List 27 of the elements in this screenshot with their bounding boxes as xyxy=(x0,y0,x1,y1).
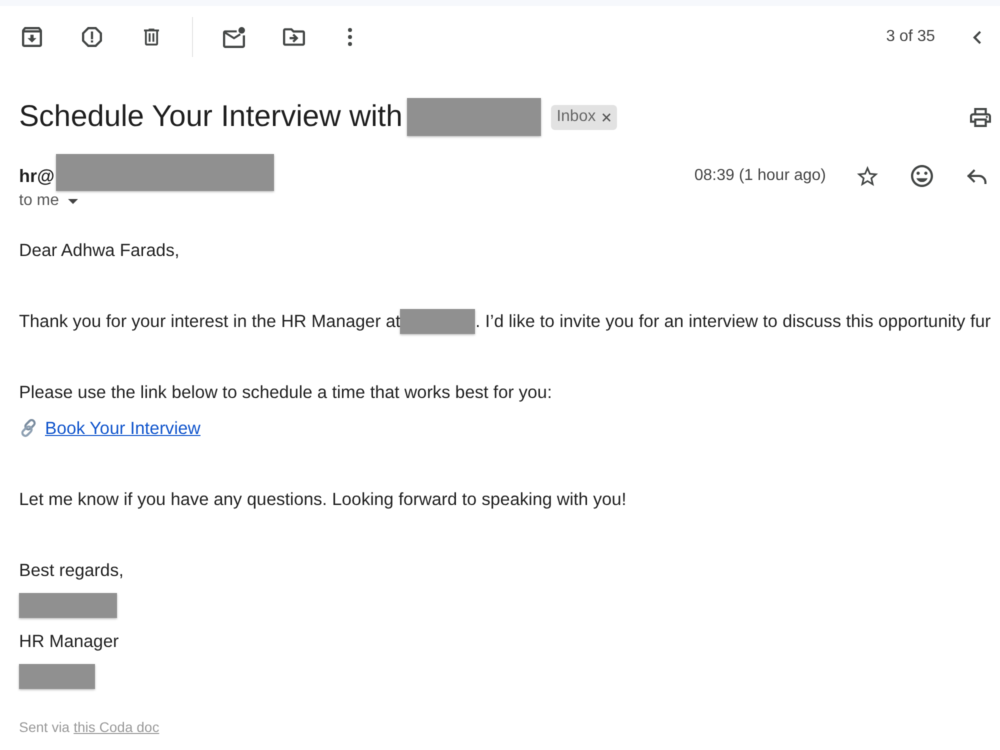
print-icon[interactable] xyxy=(970,108,991,126)
more-vertical-icon[interactable] xyxy=(348,28,352,46)
reply-icon[interactable] xyxy=(967,168,987,184)
sender-email: hr@ xyxy=(19,165,55,188)
label-text: Inbox xyxy=(556,108,596,126)
folder-arrow-icon[interactable] xyxy=(283,28,305,46)
close-icon[interactable] xyxy=(602,112,611,122)
interview-link[interactable]: Book Your Interview xyxy=(45,418,201,439)
body-text: Please use the link below to schedule a time that works best for you: xyxy=(19,382,552,404)
footer-text: Sent via xyxy=(19,718,70,734)
body-text: Best regards, xyxy=(19,560,124,581)
trash-icon[interactable] xyxy=(144,28,159,46)
timestamp: 08:39 (1 hour ago) xyxy=(694,167,826,185)
recipient-text: to me xyxy=(19,192,60,210)
body-text: HR Manager xyxy=(19,630,119,652)
body-text: . I’d like to invite you for an interview to discuss this opportunity fur xyxy=(475,311,991,332)
chevron-left-icon[interactable] xyxy=(973,30,981,44)
exclamation-octagon-icon[interactable] xyxy=(82,27,102,47)
body-text: Thank you for your interest in the HR Manager at xyxy=(19,311,400,332)
star-icon[interactable] xyxy=(857,166,878,186)
archive-icon[interactable] xyxy=(22,27,42,47)
pager-text: 3 of 35 xyxy=(886,28,935,46)
smiley-icon[interactable] xyxy=(911,165,933,187)
email-subject: Schedule Your Interview with xyxy=(19,100,403,134)
caret-down-icon[interactable] xyxy=(68,198,78,204)
body-text: Let me know if you have any questions. Looking forward to speaking with you! xyxy=(19,488,626,510)
body-text: Dear Adhwa Farads, xyxy=(19,240,180,262)
